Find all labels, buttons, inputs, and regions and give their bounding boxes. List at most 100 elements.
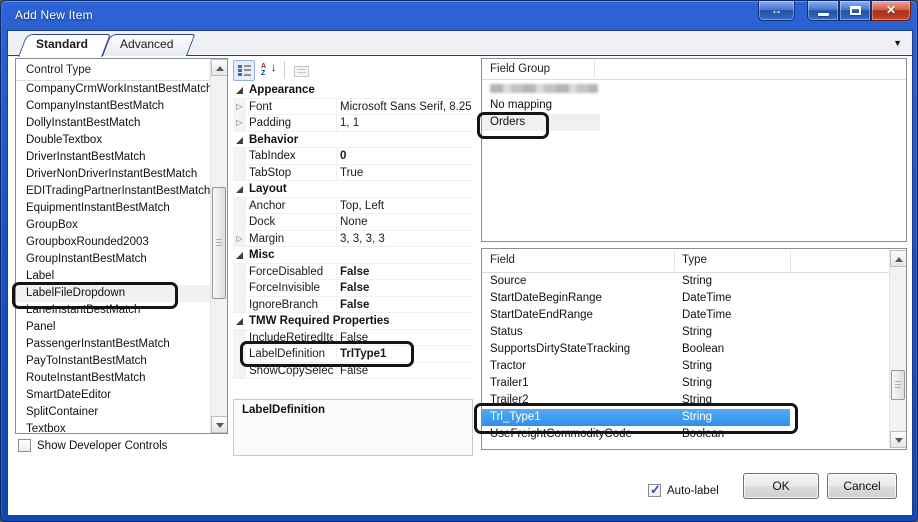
field-row[interactable]: StartDateEndRange DateTime (482, 307, 889, 324)
tab-standard[interactable]: Standard (18, 34, 111, 57)
cancel-button[interactable]: Cancel (827, 473, 897, 499)
property-value[interactable]: False (336, 329, 471, 346)
control-type-item[interactable]: DriverInstantBestMatch (16, 149, 210, 166)
control-type-item[interactable]: PayToInstantBestMatch (16, 353, 210, 370)
scroll-up-icon[interactable] (890, 250, 906, 267)
field-row[interactable]: Trailer1 String (482, 375, 889, 392)
tab-advanced[interactable]: Advanced (102, 34, 196, 56)
property-row[interactable]: ▷ Padding 1, 1 (233, 115, 473, 132)
expand-icon[interactable]: ▷ (233, 115, 246, 131)
control-type-item[interactable]: CompanyInstantBestMatch (16, 98, 210, 115)
ok-button[interactable]: OK (743, 473, 819, 499)
field-group-item[interactable]: Orders (482, 114, 906, 131)
resize-width-button[interactable]: ↔ (758, 1, 795, 21)
property-row[interactable]: TabIndex 0 (233, 148, 473, 165)
control-type-item[interactable]: Panel (16, 319, 210, 336)
property-category-row[interactable]: Layout (233, 181, 473, 198)
control-type-item[interactable]: DriverNonDriverInstantBestMatch (16, 166, 210, 183)
property-category-row[interactable]: Appearance (233, 82, 473, 99)
expand-icon[interactable]: ▷ (233, 98, 246, 114)
control-type-item[interactable]: SmartDateEditor (16, 387, 210, 404)
categorized-view-button[interactable] (233, 59, 255, 81)
auto-label-checkbox[interactable]: Auto-label (648, 482, 719, 498)
property-value[interactable]: TrlType1 (336, 346, 471, 362)
close-button[interactable]: ✕ (871, 1, 911, 21)
property-category-row[interactable]: TMW Required Properties (233, 313, 473, 330)
field-row[interactable]: Source String (482, 273, 889, 290)
control-type-item[interactable]: PassengerInstantBestMatch (16, 336, 210, 353)
show-developer-controls-checkbox[interactable]: Show Developer Controls (18, 439, 167, 452)
field-list-scrollbar[interactable] (889, 250, 906, 448)
checkbox-unchecked-icon[interactable] (18, 439, 31, 452)
scroll-up-icon[interactable] (211, 59, 227, 76)
property-value[interactable]: 0 (336, 148, 471, 164)
control-type-item[interactable]: DollyInstantBestMatch (16, 115, 210, 132)
property-value[interactable]: False (336, 296, 471, 313)
property-row[interactable]: LabelDefinition TrlType1 (233, 346, 473, 363)
field-group-item[interactable]: No mapping (482, 97, 906, 114)
scroll-down-icon[interactable] (890, 431, 906, 448)
scrollbar-thumb[interactable] (212, 187, 226, 299)
property-category-row[interactable]: Misc (233, 247, 473, 264)
property-value[interactable]: False (336, 263, 471, 280)
scrollbar-thumb[interactable] (891, 370, 905, 400)
control-type-item[interactable]: GroupBox (16, 217, 210, 234)
control-type-item[interactable]: Label (16, 268, 210, 285)
redacted-text (490, 84, 598, 93)
property-value[interactable]: 3, 3, 3, 3 (336, 230, 471, 247)
field-row[interactable]: Trailer2 String (482, 392, 889, 409)
control-type-item[interactable]: Textbox (16, 421, 210, 433)
property-value[interactable]: Top, Left (336, 197, 471, 214)
field-name-cell: Source (490, 275, 527, 287)
property-row[interactable]: IgnoreBranch False (233, 296, 473, 313)
control-type-item[interactable]: DoubleTextbox (16, 132, 210, 149)
property-value[interactable]: 1, 1 (336, 115, 471, 131)
control-type-item[interactable]: LaneInstantBestMatch (16, 302, 210, 319)
property-value[interactable]: Microsoft Sans Serif, 8.25pt (336, 98, 471, 115)
property-row[interactable]: ForceInvisible False (233, 280, 473, 297)
alphabetical-sort-button[interactable]: AZ ↓ (257, 60, 279, 81)
category-expanded-icon[interactable] (236, 318, 243, 325)
category-expanded-icon[interactable] (236, 252, 243, 259)
category-name: Layout (249, 183, 287, 195)
control-type-item[interactable]: GroupInstantBestMatch (16, 251, 210, 268)
expand-icon[interactable]: ▷ (233, 230, 246, 246)
property-row[interactable]: ShowCopySelectedFalse (233, 362, 473, 379)
control-type-item[interactable]: RouteInstantBestMatch (16, 370, 210, 387)
property-row[interactable]: ForceDisabled False (233, 263, 473, 280)
field-name-cell: UseFreightCommodityCode (490, 428, 632, 440)
property-row[interactable]: Anchor Top, Left (233, 197, 473, 214)
field-row[interactable]: StartDateBeginRange DateTime (482, 290, 889, 307)
property-row[interactable]: TabStop True (233, 164, 473, 181)
control-type-scrollbar[interactable] (210, 59, 227, 433)
control-type-item[interactable]: SplitContainer (16, 404, 210, 421)
property-value[interactable]: True (336, 164, 471, 181)
property-value[interactable]: False (336, 362, 471, 379)
control-type-item[interactable]: GroupboxRounded2003 (16, 234, 210, 251)
field-row[interactable]: Tractor String (482, 358, 889, 375)
scroll-down-icon[interactable] (211, 416, 227, 433)
checkbox-checked-icon[interactable] (648, 482, 661, 498)
property-value[interactable]: False (336, 280, 471, 296)
control-type-item[interactable]: EquipmentInstantBestMatch (16, 200, 210, 217)
field-row[interactable]: UseFreightCommodityCode Boolean (482, 426, 889, 443)
field-row[interactable]: SupportsDirtyStateTracking Boolean (482, 341, 889, 358)
property-value[interactable]: None (336, 214, 471, 230)
maximize-button[interactable] (839, 1, 871, 21)
control-type-item[interactable]: CompanyCrmWorkInstantBestMatch (16, 81, 210, 98)
property-row[interactable]: ▷ Font Microsoft Sans Serif, 8.25pt (233, 98, 473, 115)
property-row[interactable]: ▷ Margin 3, 3, 3, 3 (233, 230, 473, 247)
property-row[interactable]: IncludeRetiredItemsFalse (233, 329, 473, 346)
category-expanded-icon[interactable] (236, 136, 243, 144)
category-expanded-icon[interactable] (236, 87, 243, 94)
control-type-item[interactable]: EDITradingPartnerInstantBestMatch (16, 183, 210, 200)
property-category-row[interactable]: Behavior (233, 131, 473, 148)
tab-overflow-dropdown-icon[interactable]: ▼ (893, 38, 902, 48)
minimize-button[interactable] (807, 1, 839, 21)
category-expanded-icon[interactable] (236, 186, 243, 193)
property-row[interactable]: Dock None (233, 214, 473, 231)
control-type-item[interactable]: LabelFileDropdown (16, 285, 210, 302)
field-group-item[interactable] (482, 80, 906, 97)
field-row[interactable]: Status String (482, 324, 889, 341)
field-row[interactable]: Trl_Type1 String (482, 409, 889, 426)
